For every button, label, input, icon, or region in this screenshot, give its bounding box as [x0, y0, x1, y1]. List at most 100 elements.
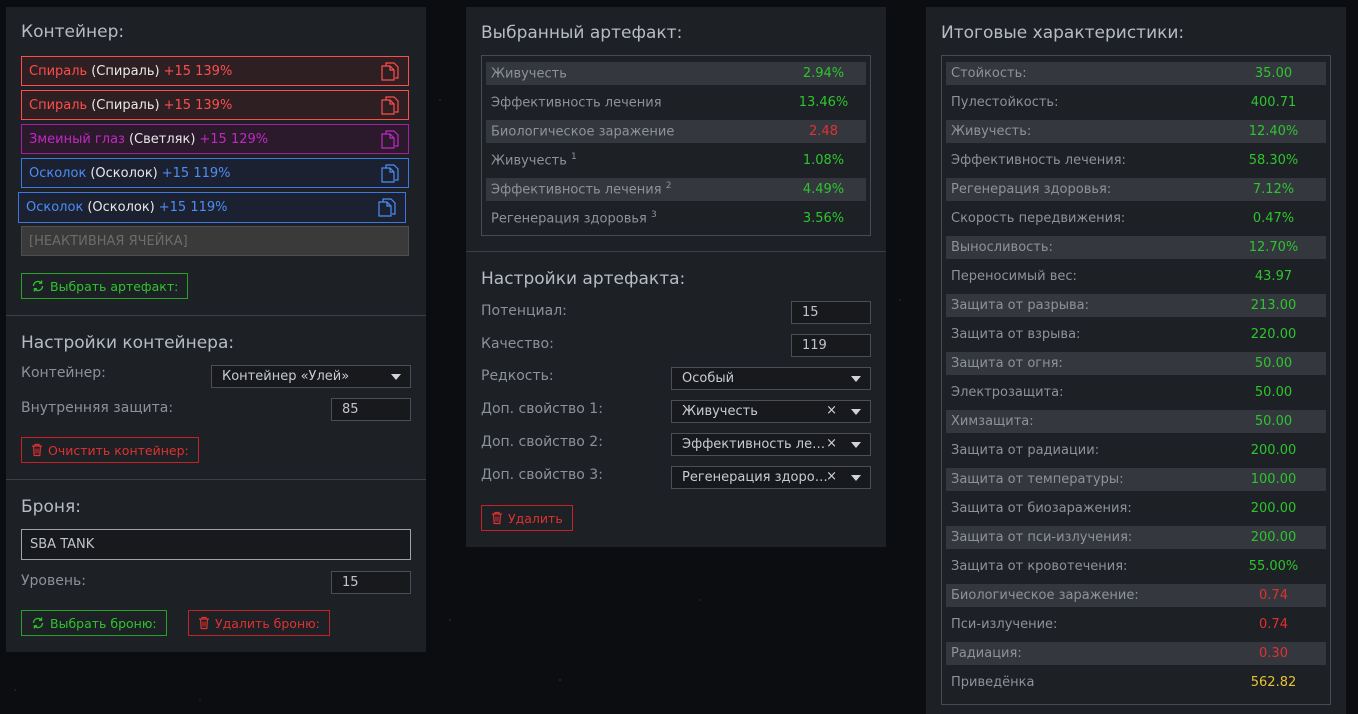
potential-input[interactable]: 15 [791, 301, 871, 324]
trash-icon [32, 443, 42, 457]
quality-label: Качество: [481, 336, 554, 352]
stat-value: 3.56% [802, 211, 845, 226]
artifact-slot[interactable]: Спираль (Спираль) +15 139% [21, 90, 409, 120]
stat-value: 35.00 [1254, 66, 1293, 81]
container-title: Контейнер: [21, 22, 125, 42]
artifact-slot[interactable]: Осколок (Осколок) +15 119% [18, 192, 406, 223]
stat-value: 13.46% [798, 95, 849, 110]
total-stat-row: Защита от разрыва: 213.00 [946, 294, 1326, 317]
artifact-slot[interactable]: Осколок (Осколок) +15 119% [21, 158, 409, 188]
clear-icon[interactable]: × [826, 469, 837, 484]
total-stat-row: Защита от радиации: 200.00 [946, 439, 1326, 462]
copy-icon[interactable] [381, 130, 399, 153]
total-stat-row: Защита от пси-излучения: 200.00 [946, 526, 1326, 549]
stat-value: 0.74 [1259, 617, 1288, 632]
stat-value: 0.30 [1259, 646, 1288, 661]
slot-artifact-name: Спираль [29, 63, 88, 79]
total-stat-row: Пулестойкость: 400.71 [946, 91, 1326, 114]
stat-name: Пулестойкость: [951, 95, 1059, 110]
quality-input[interactable]: 119 [791, 334, 871, 357]
stat-value: 7.12% [1252, 182, 1295, 197]
prop3-label: Доп. свойство 3: [481, 467, 603, 483]
chevron-down-icon [851, 475, 861, 481]
slot-artifact-percent: +15 129% [199, 131, 269, 147]
internal-protection-input[interactable]: 85 [331, 398, 411, 421]
stat-name: Эффективность лечения [491, 95, 662, 111]
artifact-stat-row: Биологическое заражение 2.48 [486, 120, 866, 143]
total-stat-row: Регенерация здоровья: 7.12% [946, 178, 1326, 201]
armor-name-input[interactable]: SBA TANK [21, 529, 411, 560]
divider [6, 315, 426, 316]
stat-name: Электрозащита: [951, 385, 1064, 400]
total-stat-row: Химзащита: 50.00 [946, 410, 1326, 433]
stat-value: 562.82 [1250, 675, 1297, 690]
container-settings-title: Настройки контейнера: [21, 333, 235, 353]
stat-name: Защита от взрыва: [951, 327, 1081, 342]
rarity-value: Особый [682, 371, 735, 386]
stat-value: 50.00 [1254, 385, 1293, 400]
stat-name: Радиация: [951, 646, 1022, 661]
inactive-slot-label: [НЕАКТИВНАЯ ЯЧЕЙКА] [29, 233, 188, 249]
clear-icon[interactable]: × [826, 403, 837, 418]
select-armor-button[interactable]: Выбрать броню: [21, 610, 167, 636]
total-stat-row: Выносливость: 12.70% [946, 236, 1326, 259]
stat-value: 100.00 [1250, 472, 1297, 487]
artifact-stat-row: Живучесть 1 1.08% [486, 149, 866, 172]
select-armor-label: Выбрать броню: [50, 615, 157, 631]
artifact-stat-row: Регенерация здоровья 3 3.56% [486, 207, 866, 230]
stat-name: Выносливость: [951, 240, 1053, 255]
stat-value: 213.00 [1250, 298, 1297, 313]
prop1-label: Доп. свойство 1: [481, 401, 603, 417]
stat-value: 200.00 [1250, 501, 1297, 516]
total-stat-row: Защита от температуры: 100.00 [946, 468, 1326, 491]
clear-icon[interactable]: × [826, 436, 837, 451]
stat-name: Приведёнка [951, 675, 1035, 690]
stat-name: Защита от разрыва: [951, 298, 1089, 313]
stat-value: 50.00 [1254, 356, 1293, 371]
copy-icon[interactable] [381, 96, 399, 119]
copy-icon[interactable] [378, 198, 396, 221]
delete-artifact-button[interactable]: Удалить [481, 505, 573, 531]
armor-level-input[interactable]: 15 [331, 571, 411, 594]
stat-name: Биологическое заражение: [951, 588, 1139, 603]
prop2-select[interactable]: Эффективность лечения × [671, 433, 871, 456]
divider [466, 251, 886, 252]
delete-armor-button[interactable]: Удалить броню: [188, 610, 330, 636]
trash-icon [199, 616, 209, 630]
rarity-select[interactable]: Особый [671, 367, 871, 390]
copy-icon[interactable] [381, 62, 399, 85]
stat-name: Химзащита: [951, 414, 1034, 429]
copy-icon[interactable] [381, 164, 399, 187]
stat-name: Защита от радиации: [951, 443, 1100, 458]
internal-protection-label: Внутренняя защита: [21, 400, 174, 416]
rarity-label: Редкость: [481, 368, 554, 384]
stat-name: Скорость передвижения: [951, 211, 1126, 226]
prop3-select[interactable]: Регенерация здоровья × [671, 466, 871, 489]
clear-container-button[interactable]: Очистить контейнер: [21, 437, 199, 463]
select-artifact-button[interactable]: Выбрать артефакт: [21, 273, 189, 299]
stat-name: Регенерация здоровья 3 [491, 210, 657, 227]
total-stat-row: Приведёнка 562.82 [946, 671, 1326, 694]
stat-name: Живучесть 1 [491, 152, 577, 169]
slot-artifact-base: (Спираль) [91, 97, 160, 113]
chevron-down-icon [851, 376, 861, 382]
artifact-slot[interactable]: Змеиный глаз (Светляк) +15 129% [21, 124, 409, 154]
artifact-stat-row: Живучесть 2.94% [486, 62, 866, 85]
artifact-title: Выбранный артефакт: [481, 23, 683, 43]
stat-value: 4.49% [802, 182, 845, 197]
slot-artifact-name: Осколок [29, 165, 87, 181]
container-type-label: Контейнер: [21, 365, 106, 381]
trash-icon [492, 511, 502, 525]
chevron-down-icon [391, 374, 401, 380]
stat-name: Биологическое заражение [491, 124, 675, 140]
stat-name: Переносимый вес: [951, 269, 1077, 284]
total-stat-row: Биологическое заражение: 0.74 [946, 584, 1326, 607]
container-type-select[interactable]: Контейнер «Улей» [211, 365, 411, 388]
stat-name: Защита от пси-излучения: [951, 530, 1133, 545]
artifact-slot[interactable]: Спираль (Спираль) +15 139% [21, 56, 409, 86]
chevron-down-icon [851, 442, 861, 448]
prop1-select[interactable]: Живучесть × [671, 400, 871, 423]
stat-value: 220.00 [1250, 327, 1297, 342]
slot-artifact-base: (Осколок) [87, 200, 155, 215]
stat-value: 12.40% [1248, 124, 1299, 139]
